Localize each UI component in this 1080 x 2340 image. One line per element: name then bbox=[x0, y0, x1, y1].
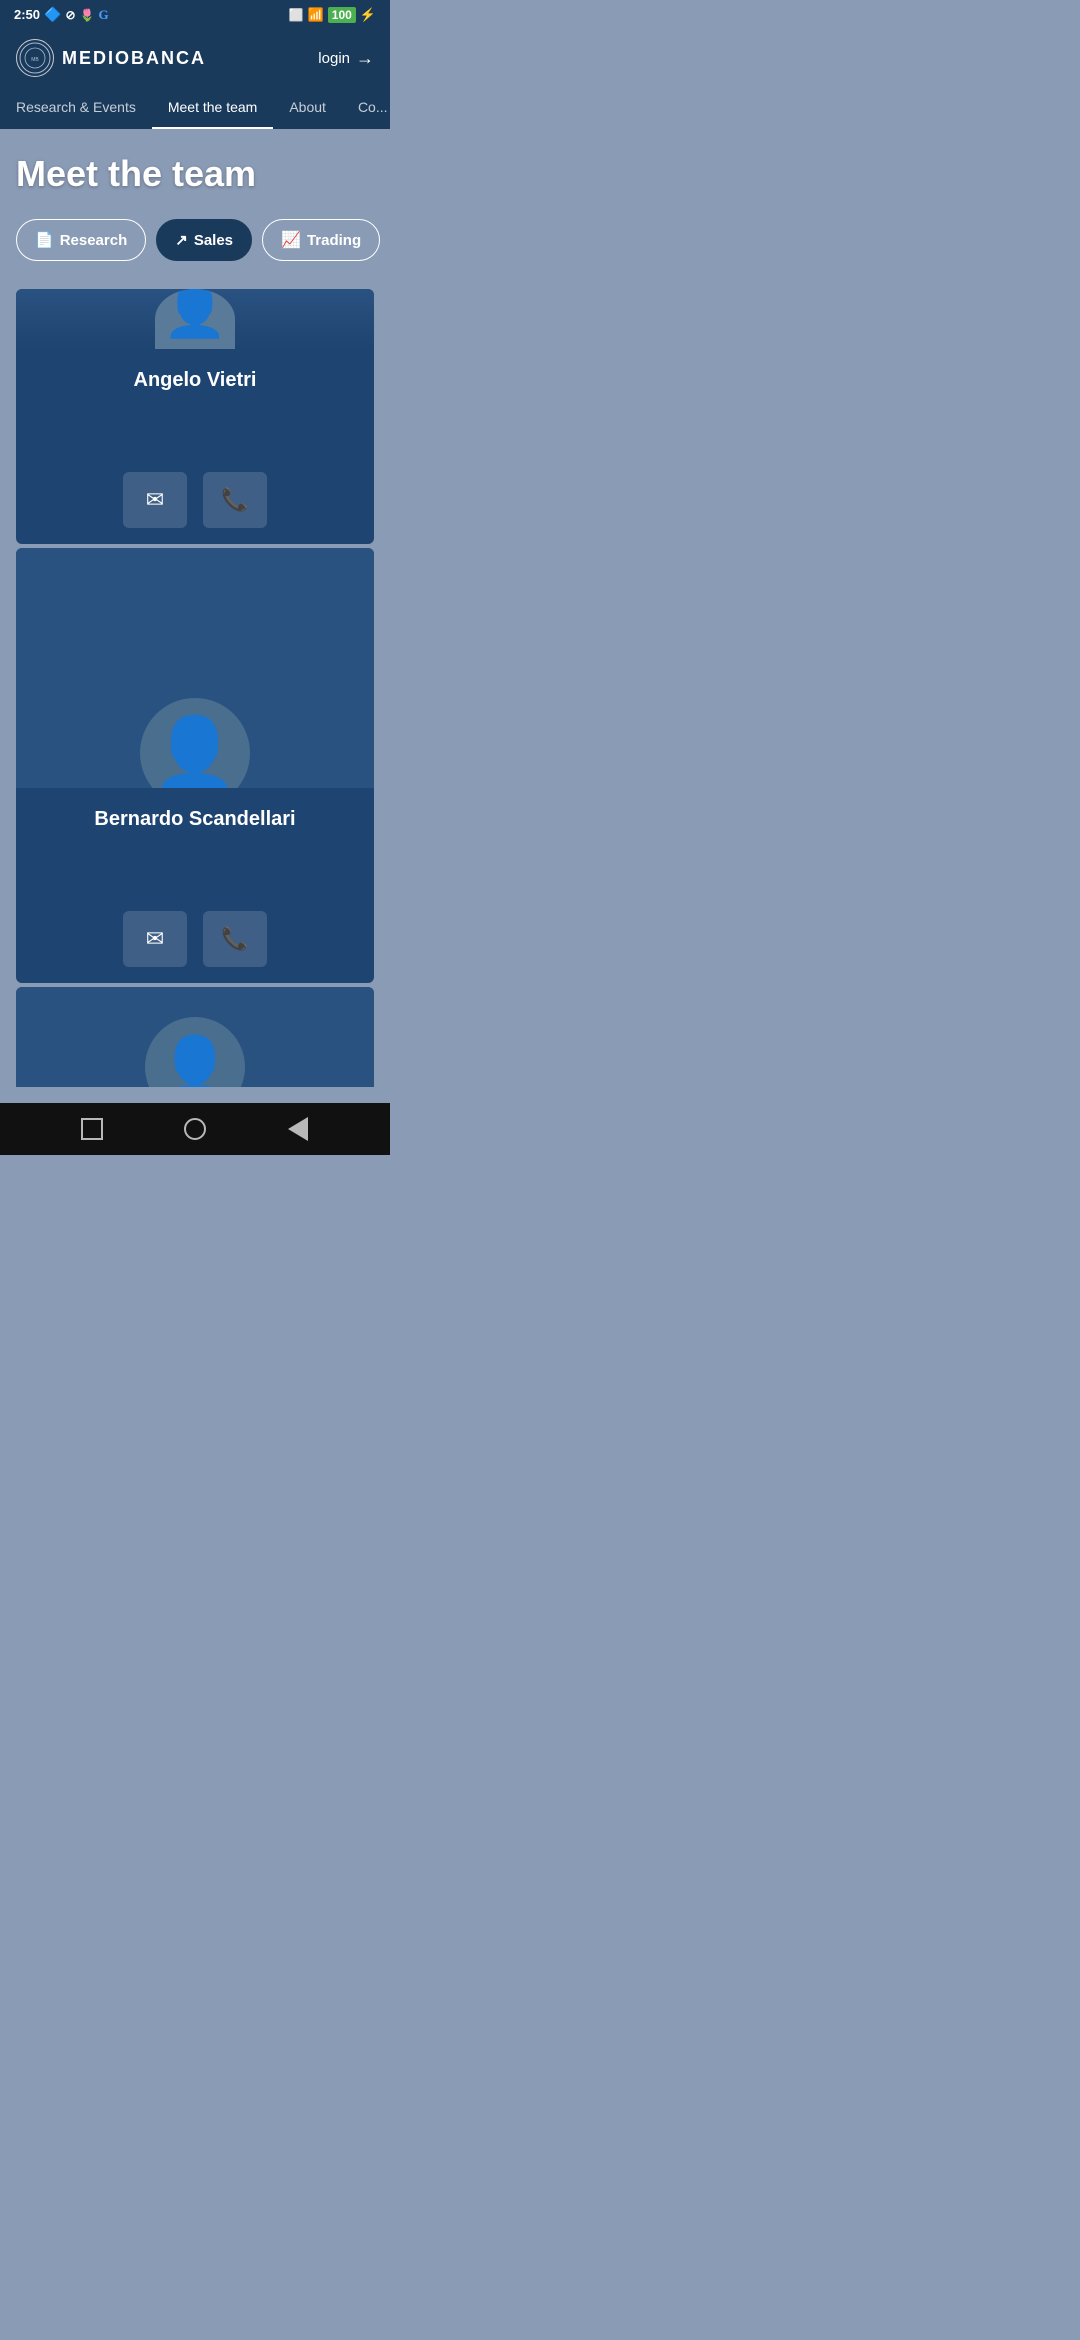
tab-about[interactable]: About bbox=[273, 87, 342, 129]
page-content: Meet the team 📄 Research ↗ Sales 📈 Tradi… bbox=[0, 129, 390, 1103]
card-photo-area: 👤 bbox=[16, 289, 374, 349]
time-display: 2:50 bbox=[14, 7, 40, 22]
tab-research-events[interactable]: Research & Events bbox=[0, 87, 152, 129]
team-card-bernardo: 👤 Bernardo Scandellari ✉ 📞 bbox=[16, 548, 374, 983]
partial-photo-area: 👤 bbox=[16, 987, 374, 1087]
charging-icon: ⚡ bbox=[360, 7, 376, 23]
svg-text:MB: MB bbox=[31, 57, 39, 63]
avatar-angelo: 👤 bbox=[155, 289, 235, 349]
nav-back-button[interactable] bbox=[284, 1115, 312, 1143]
status-left: 2:50 🔷 ⊘ 🌷 G bbox=[14, 6, 109, 23]
avatar-icon: 👤 bbox=[163, 289, 228, 337]
wifi-icon: 📶 bbox=[308, 7, 324, 23]
phone-icon: 📞 bbox=[221, 487, 248, 513]
email-button-bernardo[interactable]: ✉ bbox=[123, 911, 187, 967]
logo-area: MB MEDIOBANCA bbox=[16, 39, 206, 77]
login-area[interactable]: login → bbox=[318, 48, 374, 69]
avatar-partial: 👤 bbox=[145, 1017, 245, 1087]
filter-research[interactable]: 📄 Research bbox=[16, 219, 146, 261]
team-card-angelo: 👤 Angelo Vietri ✉ 📞 bbox=[16, 289, 374, 544]
back-icon bbox=[288, 1117, 308, 1141]
research-filter-icon: 📄 bbox=[35, 231, 54, 249]
battery-icon: 100 bbox=[328, 7, 356, 23]
email-icon: ✉ bbox=[146, 487, 164, 513]
logo-text: MEDIOBANCA bbox=[62, 48, 206, 69]
phone-icon: 📞 bbox=[221, 926, 248, 952]
nav-tabs: Research & Events Meet the team About Co… bbox=[0, 87, 390, 129]
nav-home-button[interactable] bbox=[181, 1115, 209, 1143]
card-actions-angelo: ✉ 📞 bbox=[32, 472, 358, 528]
g-icon: G bbox=[98, 7, 108, 23]
member-name-bernardo: Bernardo Scandellari bbox=[32, 808, 358, 831]
avatar-bernardo: 👤 bbox=[140, 698, 250, 788]
nav-recent-button[interactable] bbox=[78, 1115, 106, 1143]
team-cards: 👤 Angelo Vietri ✉ 📞 👤 bbox=[16, 289, 374, 1087]
trading-filter-label: Trading bbox=[307, 232, 361, 249]
app-header: MB MEDIOBANCA login → bbox=[0, 29, 390, 87]
card-body-angelo: Angelo Vietri ✉ 📞 bbox=[16, 349, 374, 544]
filter-trading[interactable]: 📈 Trading bbox=[262, 219, 380, 261]
sales-filter-icon: ↗ bbox=[175, 231, 188, 249]
tulip-icon: 🌷 bbox=[80, 8, 95, 22]
card-body-bernardo: Bernardo Scandellari ✉ 📞 bbox=[16, 788, 374, 983]
team-card-partial: 👤 bbox=[16, 987, 374, 1087]
member-name-angelo: Angelo Vietri bbox=[32, 369, 358, 392]
sales-filter-label: Sales bbox=[194, 232, 233, 249]
page-title: Meet the team bbox=[16, 153, 374, 195]
avatar-icon: 👤 bbox=[158, 1032, 233, 1088]
login-icon: → bbox=[356, 48, 374, 69]
card-large-photo-bernardo: 👤 bbox=[16, 548, 374, 788]
research-filter-label: Research bbox=[60, 232, 128, 249]
tab-contact[interactable]: Co... bbox=[342, 87, 390, 129]
filter-row: 📄 Research ↗ Sales 📈 Trading bbox=[16, 219, 374, 261]
filter-sales[interactable]: ↗ Sales bbox=[156, 219, 252, 261]
phone-button-bernardo[interactable]: 📞 bbox=[203, 911, 267, 967]
email-button-angelo[interactable]: ✉ bbox=[123, 472, 187, 528]
screen-record-icon: ⬜ bbox=[289, 8, 304, 22]
home-icon bbox=[184, 1118, 206, 1140]
recent-icon bbox=[81, 1118, 103, 1140]
bottom-nav bbox=[0, 1103, 390, 1155]
nfc-icon: 🔷 bbox=[44, 6, 61, 23]
email-icon: ✉ bbox=[146, 926, 164, 952]
login-label: login bbox=[318, 50, 350, 67]
blocked-icon: ⊘ bbox=[65, 8, 75, 22]
card-actions-bernardo: ✉ 📞 bbox=[32, 911, 358, 967]
status-right: ⬜ 📶 100 ⚡ bbox=[289, 7, 376, 23]
avatar-icon: 👤 bbox=[151, 718, 238, 788]
tab-meet-the-team[interactable]: Meet the team bbox=[152, 87, 274, 129]
mediobanca-logo: MB bbox=[16, 39, 54, 77]
phone-button-angelo[interactable]: 📞 bbox=[203, 472, 267, 528]
status-bar: 2:50 🔷 ⊘ 🌷 G ⬜ 📶 100 ⚡ bbox=[0, 0, 390, 29]
trading-filter-icon: 📈 bbox=[281, 230, 301, 250]
